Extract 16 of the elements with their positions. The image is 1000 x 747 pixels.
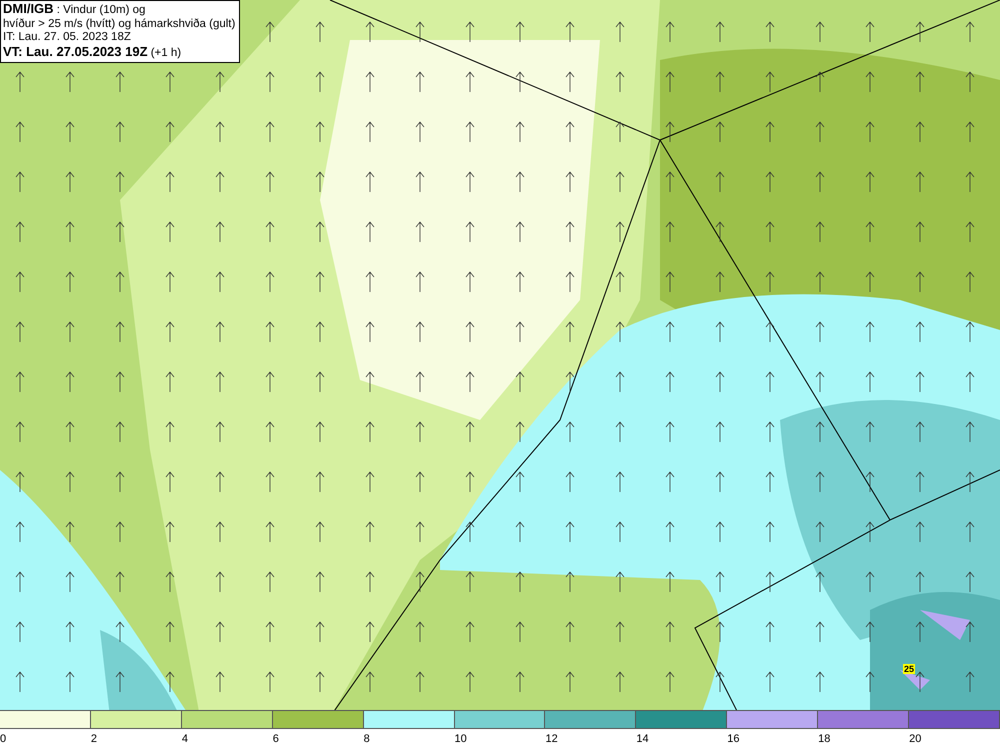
- legend-tick-label: 6: [272, 733, 279, 745]
- legend-tick-label: 0: [0, 733, 6, 745]
- legend-tick-label: 2: [90, 733, 98, 745]
- legend-tick-label: 18: [818, 733, 830, 745]
- legend-tick-label: 16: [727, 733, 740, 745]
- title-line: DMI/IGB : Vindur (10m) og: [3, 2, 146, 18]
- legend-tick-label: 20: [909, 733, 922, 745]
- title-line: IT: Lau. 27. 05. 2023 18Z: [3, 31, 132, 44]
- legend-tick-label: 4: [182, 733, 188, 745]
- title-line: hvíður > 25 m/s (hvítt) og hámarkshviða (gult): [3, 18, 236, 31]
- legend-tick-label: 10: [454, 733, 467, 745]
- legend-tick-label: 12: [545, 733, 558, 745]
- legend-tick-label: 14: [636, 733, 649, 745]
- gust-label: 25: [903, 664, 916, 674]
- title-line: VT: Lau. 27.05.2023 19Z (+1 h): [3, 44, 182, 60]
- legend-tick-label: 8: [364, 733, 370, 745]
